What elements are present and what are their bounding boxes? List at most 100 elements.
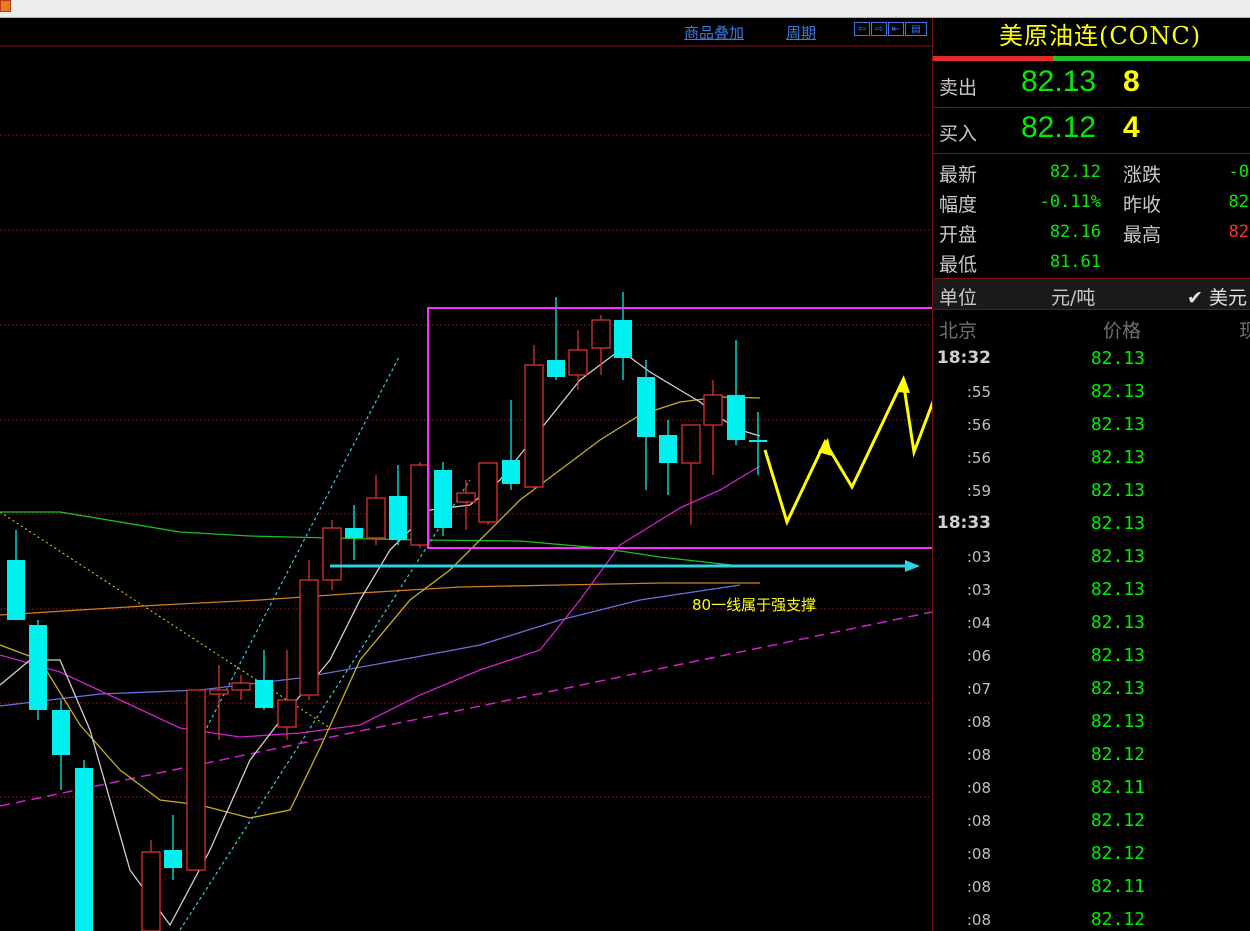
candle-down [7, 560, 25, 620]
stat-value-high: 82 [1228, 222, 1249, 242]
ask-row: 卖出 82.13 8 [933, 63, 1250, 108]
tick-price: 82.13 [1090, 348, 1145, 369]
app-icon[interactable] [0, 0, 11, 12]
unit-label: 单位 [939, 287, 978, 309]
bid-row: 买入 82.12 4 [933, 109, 1250, 154]
projection-zigzag [763, 374, 932, 527]
trend-channel [179, 354, 471, 931]
candle-up [456, 492, 476, 503]
sell-ratio-bar [933, 56, 1053, 61]
candle-up [277, 699, 297, 728]
tick-time: :08 [966, 779, 991, 797]
candle-down [547, 360, 565, 377]
col-price-header: 价格 [1103, 320, 1142, 342]
candle-down [614, 320, 632, 358]
tick-price: 82.12 [1090, 744, 1145, 765]
bid-price: 82.12 [1021, 111, 1097, 144]
overlay-button[interactable]: 商品叠加 [684, 22, 744, 43]
candle-down [345, 528, 363, 538]
candle-down [727, 395, 745, 440]
candle-down [164, 850, 182, 868]
tick-time: :56 [966, 449, 991, 467]
candlesticks [7, 292, 767, 931]
tick-price: 82.13 [1090, 447, 1145, 468]
tick-time: :08 [966, 746, 991, 764]
stat-value: 82.16 [1049, 222, 1101, 242]
tick-price: 82.11 [1090, 777, 1145, 798]
ask-price: 82.13 [1021, 65, 1097, 98]
tick-time: :56 [966, 416, 991, 434]
stat-value: -0 [1228, 162, 1249, 182]
highlight-box [427, 307, 932, 549]
candle-up [366, 497, 386, 539]
candle-up [231, 682, 251, 691]
candle-up [591, 319, 611, 349]
tick-price: 82.13 [1090, 546, 1145, 567]
stat-label: 昨收 [1123, 194, 1162, 216]
kline-chart[interactable] [0, 18, 932, 931]
tick-price: 82.13 [1090, 381, 1145, 402]
bid-volume: 4 [1123, 111, 1140, 144]
unit-row: 单位 元/吨 ✔ 美元 [933, 278, 1250, 310]
tick-price: 82.11 [1090, 876, 1145, 897]
ma-blue [0, 584, 741, 707]
candle-down [389, 496, 407, 540]
tick-price: 82.13 [1090, 645, 1145, 666]
candle-up [568, 349, 588, 376]
tick-time: :03 [966, 581, 991, 599]
tick-price: 82.12 [1090, 843, 1145, 864]
stat-value: 81.61 [1049, 252, 1101, 272]
candle-down [75, 768, 93, 931]
tick-price: 82.13 [1090, 513, 1145, 534]
stat-label: 最高 [1123, 224, 1162, 246]
candle-down [52, 710, 70, 755]
candle-down [749, 440, 767, 442]
panel-toggle-icon[interactable]: ▤ [905, 22, 927, 36]
arrow-right-icon[interactable]: ⇨ [871, 22, 887, 36]
candle-up [186, 689, 206, 871]
instrument-title: 美原油连(CONC) [999, 22, 1202, 50]
candle-down [434, 470, 452, 528]
tick-time: :55 [966, 383, 991, 401]
candle-down [659, 435, 677, 463]
candle-up [322, 527, 342, 581]
window-titlebar [0, 0, 1250, 18]
tick-time: :06 [966, 647, 991, 665]
candle-down [502, 460, 520, 484]
candle-up [681, 424, 701, 464]
buy-ratio-bar [1053, 56, 1250, 61]
tick-price: 82.13 [1090, 414, 1145, 435]
stat-label: 最新 [939, 164, 978, 186]
candle-up [410, 464, 430, 546]
col-extra-header: 现 [1239, 320, 1250, 342]
tick-time: :59 [966, 482, 991, 500]
tick-price: 82.13 [1090, 480, 1145, 501]
candle-up [141, 851, 161, 931]
tick-price: 82.13 [1090, 579, 1145, 600]
ask-volume: 8 [1123, 65, 1140, 98]
col-time-header: 北京 [939, 320, 978, 342]
tick-time: :08 [966, 812, 991, 830]
bid-label: 买入 [939, 123, 978, 145]
tick-price: 82.12 [1090, 909, 1145, 930]
candle-down [255, 680, 273, 708]
support-annotation: 80一线属于强支撑 [692, 596, 817, 614]
currency-option[interactable]: ✔ 美元 [1187, 283, 1247, 310]
arrow-left-icon[interactable]: ⇤ [888, 22, 904, 36]
tick-time: :03 [966, 548, 991, 566]
tick-time: :04 [966, 614, 991, 632]
grid-lines [0, 134, 932, 798]
tick-time: :08 [966, 713, 991, 731]
downtrend-line [0, 511, 331, 729]
candle-up [209, 689, 229, 695]
tick-price: 82.13 [1090, 612, 1145, 633]
tick-time: 18:33 [936, 513, 991, 533]
arrow-left-icon[interactable]: ⇦ [854, 22, 870, 36]
stat-value: 82 [1228, 192, 1249, 212]
tick-price: 82.12 [1090, 810, 1145, 831]
period-button[interactable]: 周期 [786, 22, 816, 43]
tick-time: :08 [966, 878, 991, 896]
candle-up [524, 364, 544, 488]
candle-down [637, 377, 655, 437]
tick-time: :07 [966, 680, 991, 698]
